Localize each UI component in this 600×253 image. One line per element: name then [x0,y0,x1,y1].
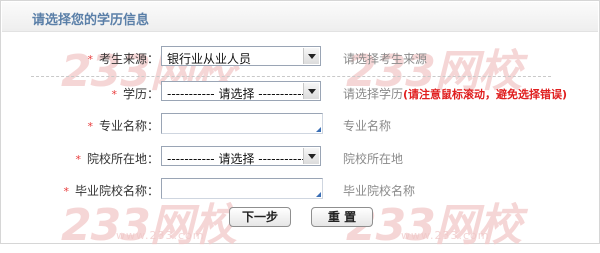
graduate-school-hint: 毕业院校名称 [343,184,416,198]
chevron-down-icon[interactable] [303,83,319,99]
chevron-down-icon[interactable] [303,148,319,164]
school-location-label: * 院校所在地： [75,152,159,166]
school-location-select-value: ----------- 请选择 ----------- [167,152,306,166]
watermark-url: www.233.com [116,229,205,242]
education-label: * 学历： [111,87,159,101]
resize-corner-icon [316,127,321,132]
major-label: * 专业名称： [87,119,159,133]
chevron-down-icon[interactable] [303,48,319,64]
watermark-url: www.233.com [401,229,490,242]
page-title: 请选择您的学历信息 [32,13,150,28]
form-row-education: * 学历： ----------- 请选择 ----------- 请选择学历(请… [1,81,599,105]
next-step-button[interactable]: 下一步 [229,207,291,227]
school-location-hint: 院校所在地 [343,152,404,166]
form-row-graduate-school: * 毕业院校名称： 毕业院校名称 [1,178,599,202]
form-row-major: * 专业名称： 专业名称 [1,113,599,137]
major-input[interactable] [161,113,323,134]
panel-header: 请选择您的学历信息 [2,2,598,32]
resize-corner-icon [316,192,321,197]
required-mark: * [87,53,93,66]
reset-button[interactable]: 重 置 [311,207,373,227]
required-mark: * [87,120,93,133]
source-select-value: 银行业从业人员 [167,52,252,66]
education-select[interactable]: ----------- 请选择 ----------- [161,81,321,101]
source-select[interactable]: 银行业从业人员 [161,46,321,66]
graduate-school-label: * 毕业院校名称： [63,184,159,198]
education-form-panel: 请选择您的学历信息 233网校 233网校 233网校 233网校 www.23… [0,0,600,251]
required-mark: * [111,88,117,101]
source-hint: 请选择考生来源 [343,52,428,66]
scroll-warning: (请注意鼠标滚动，避免选择错误) [403,88,568,101]
form-row-source: * 考生来源： 银行业从业人员 请选择考生来源 [1,46,599,70]
divider [31,76,551,77]
source-label: * 考生来源： [87,52,159,66]
graduate-school-input[interactable] [161,178,323,199]
major-hint: 专业名称 [343,119,392,133]
school-location-select[interactable]: ----------- 请选择 ----------- [161,146,321,166]
required-mark: * [63,185,69,198]
form-row-school-location: * 院校所在地： ----------- 请选择 ----------- 院校所在… [1,146,599,170]
required-mark: * [75,153,81,166]
education-hint: 请选择学历(请注意鼠标滚动，避免选择错误) [343,87,568,101]
education-select-value: ----------- 请选择 ----------- [167,87,306,101]
